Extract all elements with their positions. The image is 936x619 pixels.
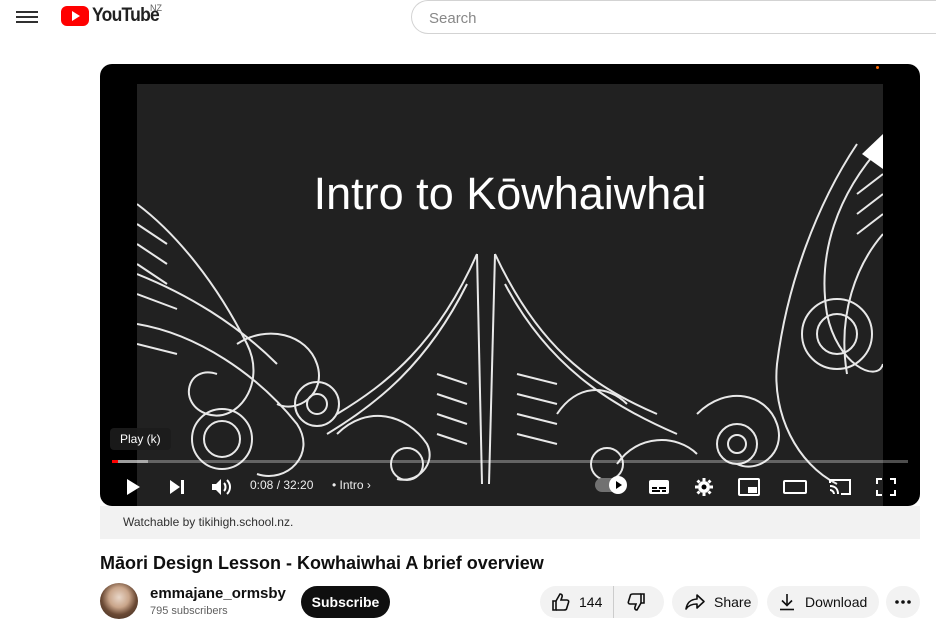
cast-button[interactable]	[827, 476, 853, 498]
search-input[interactable]	[427, 9, 911, 28]
like-button[interactable]: 144	[540, 586, 614, 618]
logo-text: YouTube	[92, 5, 160, 26]
search-box[interactable]	[411, 0, 936, 34]
cast-icon	[829, 479, 851, 495]
access-notice: Watchable by tikihigh.school.nz.	[100, 506, 920, 539]
volume-button[interactable]	[210, 476, 234, 498]
gear-icon	[695, 478, 713, 496]
more-horizontal-icon	[895, 600, 911, 604]
fullscreen-button[interactable]	[874, 476, 898, 498]
chevron-right-icon: ›	[366, 478, 371, 492]
like-dislike-group: 144	[540, 586, 664, 618]
kowhaiwhai-pattern-artwork	[137, 134, 883, 485]
youtube-play-logo-icon	[61, 6, 89, 26]
autoplay-knob-icon	[609, 476, 627, 494]
video-title: Māori Design Lesson - Kowhaiwhai A brief…	[100, 553, 544, 573]
masthead: YouTube NZ	[0, 0, 936, 40]
time-display: 0:08 / 32:20	[250, 478, 314, 492]
like-count: 144	[579, 594, 603, 610]
progress-bar[interactable]	[112, 460, 908, 463]
thumbs-up-icon	[552, 593, 570, 611]
play-button[interactable]	[122, 476, 144, 498]
thumbs-down-icon	[627, 593, 645, 611]
chapter-button[interactable]: • Intro ›	[332, 478, 371, 492]
download-icon	[780, 594, 794, 611]
video-player[interactable]: Intro to Kōwhaiwhai Play (k) 0:08 / 32:2…	[100, 64, 920, 506]
volume-icon	[212, 479, 231, 495]
channel-name[interactable]: emmajane_ormsby	[150, 585, 286, 602]
next-button[interactable]	[166, 476, 188, 498]
theater-mode-button[interactable]	[782, 476, 808, 498]
chapter-label: • Intro	[332, 478, 364, 492]
download-button[interactable]: Download	[767, 586, 879, 618]
subtitles-button[interactable]	[647, 476, 671, 498]
share-arrow-icon	[685, 594, 705, 610]
subscribe-button[interactable]: Subscribe	[301, 586, 390, 618]
skip-next-icon	[170, 480, 184, 494]
settings-button[interactable]	[692, 476, 716, 498]
dislike-button[interactable]	[614, 586, 646, 618]
share-button[interactable]: Share	[672, 586, 758, 618]
miniplayer-icon	[738, 478, 760, 496]
progress-played	[112, 460, 118, 463]
fullscreen-icon	[876, 478, 896, 496]
play-tooltip: Play (k)	[110, 428, 171, 450]
play-icon	[127, 479, 140, 495]
theater-mode-icon	[783, 480, 807, 494]
more-actions-button[interactable]	[886, 586, 920, 618]
subscriber-count: 795 subscribers	[150, 605, 228, 617]
download-label: Download	[805, 594, 868, 610]
subtitles-icon	[649, 480, 669, 494]
region-code: NZ	[150, 3, 162, 13]
menu-icon[interactable]	[16, 8, 38, 26]
live-indicator-dot	[876, 66, 879, 69]
video-frame-title: Intro to Kōwhaiwhai	[313, 168, 707, 219]
video-frame: Intro to Kōwhaiwhai	[137, 84, 883, 506]
channel-avatar[interactable]	[100, 583, 138, 619]
autoplay-toggle[interactable]	[595, 476, 627, 494]
share-label: Share	[714, 594, 752, 610]
miniplayer-button[interactable]	[737, 476, 761, 498]
